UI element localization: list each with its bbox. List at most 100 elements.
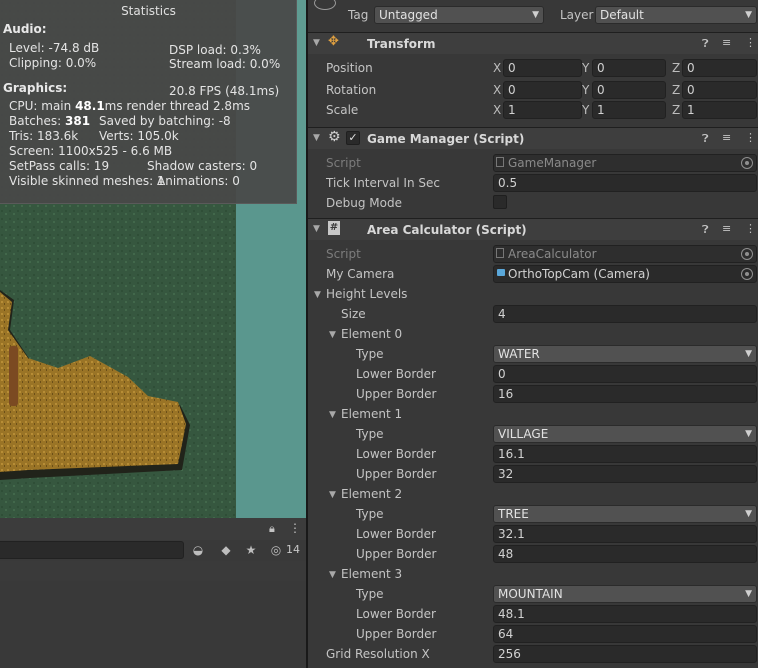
element-3-label[interactable]: Element 3 bbox=[341, 567, 402, 581]
element-1-lower-border-field[interactable]: 16.1 bbox=[493, 445, 757, 463]
script-label: Script bbox=[326, 247, 361, 261]
axis-x-label: X bbox=[493, 61, 502, 75]
lower-border-label: Lower Border bbox=[356, 607, 436, 621]
position-x-field[interactable]: 0 bbox=[503, 59, 582, 77]
element-3-upper-border-field[interactable]: 64 bbox=[493, 625, 757, 643]
presets-icon[interactable]: ≡ bbox=[722, 131, 731, 144]
tag-label: Tag bbox=[348, 8, 369, 22]
element-2-label[interactable]: Element 2 bbox=[341, 487, 402, 501]
more-options-icon[interactable]: ⋮ bbox=[745, 131, 756, 144]
fold-arrow-icon[interactable]: ▼ bbox=[329, 490, 336, 500]
screen-stat: Screen: 1100x525 - 6.6 MB bbox=[9, 144, 173, 158]
fold-arrow-icon[interactable]: ▼ bbox=[313, 38, 320, 48]
fps-readout: 20.8 FPS (48.1ms) bbox=[169, 84, 280, 98]
size-field[interactable]: 4 bbox=[493, 305, 757, 323]
fold-arrow-icon[interactable]: ▼ bbox=[329, 330, 336, 340]
lock-icon[interactable]: 🔒︎ bbox=[269, 522, 275, 536]
axis-y-label: Y bbox=[582, 103, 590, 117]
element-2-type-dropdown[interactable]: TREE ▼ bbox=[493, 505, 757, 523]
element-0-type-dropdown[interactable]: WATER ▼ bbox=[493, 345, 757, 363]
hierarchy-tab-bar bbox=[0, 518, 306, 540]
position-z-field[interactable]: 0 bbox=[682, 59, 757, 77]
stream-load: Stream load: 0.0% bbox=[169, 57, 281, 71]
scale-y-field[interactable]: 1 bbox=[592, 101, 666, 119]
type-label: Type bbox=[356, 587, 384, 601]
element-1-label[interactable]: Element 1 bbox=[341, 407, 402, 421]
axis-z-label: Z bbox=[672, 103, 681, 117]
object-picker-icon[interactable] bbox=[741, 248, 753, 260]
my-camera-field[interactable]: OrthoTopCam (Camera) bbox=[493, 265, 757, 283]
layer-dropdown[interactable]: Default ▼ bbox=[595, 6, 757, 24]
hidden-visibility-icon[interactable]: ◎ bbox=[268, 542, 284, 558]
element-0-lower-border-field[interactable]: 0 bbox=[493, 365, 757, 383]
upper-border-label: Upper Border bbox=[356, 467, 437, 481]
game-view[interactable]: Statistics Audio: Level: -74.8 dB Clippi… bbox=[0, 0, 306, 518]
hidden-count: 14 bbox=[286, 543, 300, 556]
element-2-upper-border-field[interactable]: 48 bbox=[493, 545, 757, 563]
hierarchy-search-input[interactable] bbox=[0, 541, 184, 559]
fold-arrow-icon[interactable]: ▼ bbox=[313, 133, 320, 143]
object-picker-icon[interactable] bbox=[741, 157, 753, 169]
axis-x-label: X bbox=[493, 103, 502, 117]
type-label: Type bbox=[356, 347, 384, 361]
statistics-title: Statistics bbox=[121, 4, 176, 18]
graphics-heading: Graphics: bbox=[3, 81, 68, 95]
favorites-star-icon[interactable]: ★ bbox=[243, 542, 259, 558]
element-0-label[interactable]: Element 0 bbox=[341, 327, 402, 341]
fold-arrow-icon[interactable]: ▼ bbox=[313, 224, 320, 234]
csharp-script-icon: # bbox=[328, 221, 340, 235]
chevron-down-icon: ▼ bbox=[745, 429, 752, 439]
more-options-icon[interactable]: ⋮ bbox=[289, 521, 301, 535]
script-file-icon bbox=[496, 157, 504, 167]
size-label: Size bbox=[341, 307, 366, 321]
filter-by-type-icon[interactable]: ◒ bbox=[190, 542, 206, 558]
grid-resolution-x-field[interactable]: 256 bbox=[493, 645, 757, 663]
scale-z-field[interactable]: 1 bbox=[682, 101, 757, 119]
axis-z-label: Z bbox=[672, 61, 681, 75]
fold-arrow-icon[interactable]: ▼ bbox=[314, 290, 321, 300]
element-3-type-dropdown[interactable]: MOUNTAIN ▼ bbox=[493, 585, 757, 603]
chevron-down-icon: ▼ bbox=[532, 10, 539, 20]
element-0-upper-border-field[interactable]: 16 bbox=[493, 385, 757, 403]
inspector-panel: Tag Untagged ▼ Layer Default ▼ ▼ ✥ Transfo… bbox=[308, 0, 758, 668]
element-1-type-dropdown[interactable]: VILLAGE ▼ bbox=[493, 425, 757, 443]
help-icon[interactable]: ❓︎ bbox=[702, 223, 709, 237]
element-2-lower-border-field[interactable]: 32.1 bbox=[493, 525, 757, 543]
more-options-icon[interactable]: ⋮ bbox=[745, 36, 756, 49]
object-picker-icon[interactable] bbox=[741, 268, 753, 280]
presets-icon[interactable]: ≡ bbox=[722, 222, 731, 235]
chevron-down-icon: ▼ bbox=[745, 10, 752, 20]
element-1-upper-border-field[interactable]: 32 bbox=[493, 465, 757, 483]
fold-arrow-icon[interactable]: ▼ bbox=[329, 410, 336, 420]
tag-dropdown[interactable]: Untagged ▼ bbox=[374, 6, 544, 24]
rotation-x-field[interactable]: 0 bbox=[503, 81, 582, 99]
debug-mode-checkbox[interactable] bbox=[493, 195, 507, 209]
upper-border-label: Upper Border bbox=[356, 387, 437, 401]
skinned-meshes-stat: Visible skinned meshes: 1 bbox=[9, 174, 165, 188]
audio-heading: Audio: bbox=[3, 22, 47, 36]
hierarchy-row[interactable] bbox=[0, 561, 306, 581]
dsp-load: DSP load: 0.3% bbox=[169, 43, 261, 57]
tris-stat: Tris: 183.6k bbox=[9, 129, 79, 143]
height-levels-label[interactable]: Height Levels bbox=[326, 287, 407, 301]
scale-x-field[interactable]: 1 bbox=[503, 101, 582, 119]
rotation-y-field[interactable]: 0 bbox=[592, 81, 666, 99]
presets-icon[interactable]: ≡ bbox=[722, 36, 731, 49]
more-options-icon[interactable]: ⋮ bbox=[745, 222, 756, 235]
fold-arrow-icon[interactable]: ▼ bbox=[329, 570, 336, 580]
tick-interval-field[interactable]: 0.5 bbox=[493, 174, 757, 192]
filter-by-label-icon[interactable]: ◆ bbox=[218, 542, 234, 558]
audio-clipping: Clipping: 0.0% bbox=[9, 56, 97, 70]
help-icon[interactable]: ❓︎ bbox=[702, 37, 709, 51]
upper-border-label: Upper Border bbox=[356, 547, 437, 561]
type-label: Type bbox=[356, 427, 384, 441]
help-icon[interactable]: ❓︎ bbox=[702, 132, 709, 146]
element-3-lower-border-field[interactable]: 48.1 bbox=[493, 605, 757, 623]
animations-stat: Animations: 0 bbox=[157, 174, 240, 188]
rotation-z-field[interactable]: 0 bbox=[682, 81, 757, 99]
layer-label: Layer bbox=[560, 8, 594, 22]
component-enabled-checkbox[interactable]: ✓ bbox=[346, 131, 360, 145]
position-y-field[interactable]: 0 bbox=[592, 59, 666, 77]
chevron-down-icon: ▼ bbox=[745, 509, 752, 519]
tick-interval-label: Tick Interval In Sec bbox=[326, 176, 440, 190]
